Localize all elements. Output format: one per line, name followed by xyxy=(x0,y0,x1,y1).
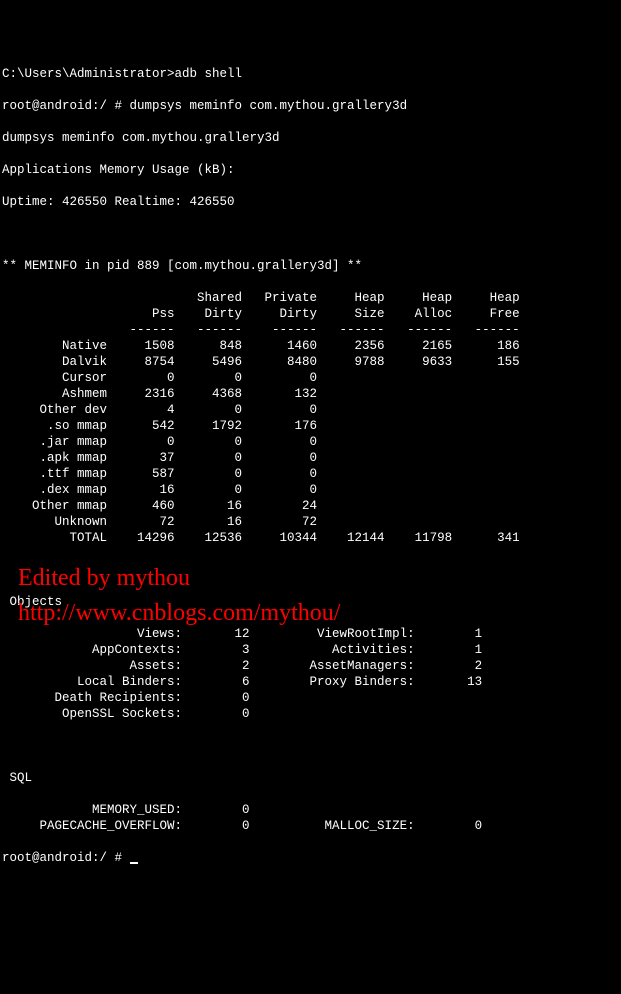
sql-title: SQL xyxy=(2,770,619,786)
meminfo-title: ** MEMINFO in pid 889 [com.mythou.gralle… xyxy=(2,258,619,274)
header-line-5: Uptime: 426550 Realtime: 426550 xyxy=(2,194,619,210)
blank-line xyxy=(2,226,619,242)
header-line-4: Applications Memory Usage (kB): xyxy=(2,162,619,178)
header-line-1: C:\Users\Administrator>adb shell xyxy=(2,66,619,82)
header-line-2: root@android:/ # dumpsys meminfo com.myt… xyxy=(2,98,619,114)
cursor-icon xyxy=(130,862,138,864)
prompt-text: root@android:/ # xyxy=(2,851,130,865)
objects-title: Objects xyxy=(2,594,619,610)
objects-table: Views: 12 ViewRootImpl: 1 AppContexts: 3… xyxy=(2,626,619,722)
shell-prompt[interactable]: root@android:/ # xyxy=(2,850,619,866)
memory-table: Shared Private Heap Heap Heap Pss Dirty … xyxy=(2,290,619,546)
blank-line xyxy=(2,562,619,578)
blank-line xyxy=(2,738,619,754)
sql-table: MEMORY_USED: 0 PAGECACHE_OVERFLOW: 0 MAL… xyxy=(2,802,619,834)
header-line-3: dumpsys meminfo com.mythou.grallery3d xyxy=(2,130,619,146)
